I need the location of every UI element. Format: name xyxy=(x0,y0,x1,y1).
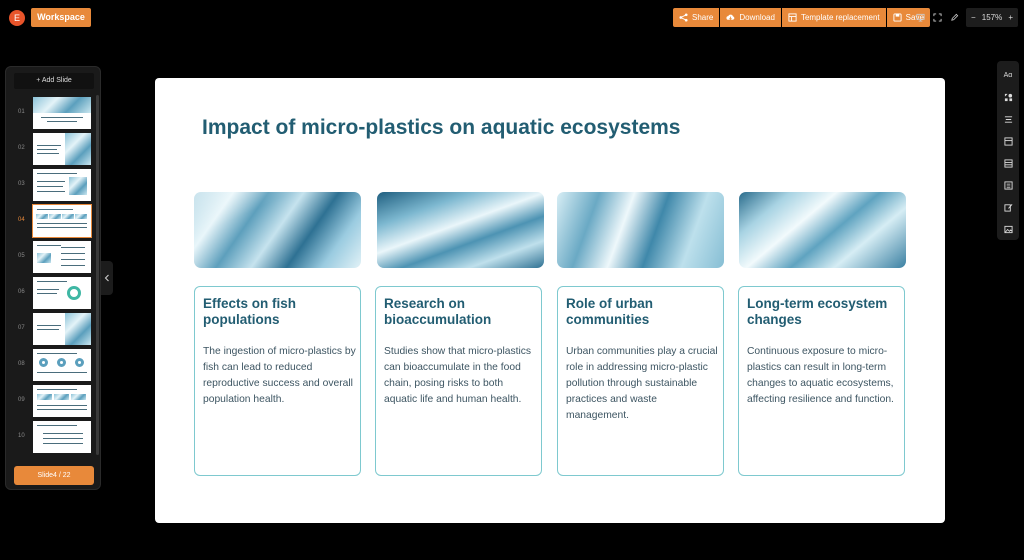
workspace-button[interactable]: Workspace xyxy=(31,8,91,27)
slide-panel: + Add Slide 01 02 03 04 05 06 07 08 09 10 Slide4 … xyxy=(5,66,101,490)
list-icon[interactable] xyxy=(1002,179,1014,191)
slide-number: 06 xyxy=(18,289,25,295)
slide-counter[interactable]: Slide4 / 22 xyxy=(14,466,94,485)
edit-icon[interactable] xyxy=(1002,201,1014,213)
info-card[interactable]: Role of urban communities Urban communit… xyxy=(557,286,724,476)
template-label: Template replacement xyxy=(800,13,880,22)
text-style-icon[interactable]: Aα xyxy=(1002,69,1014,81)
slide-thumbnail-preview xyxy=(33,349,91,381)
zoom-out-button[interactable]: − xyxy=(971,13,976,22)
chevron-left-icon xyxy=(104,274,109,282)
slide-thumbnail[interactable]: 04 xyxy=(6,204,96,238)
card-body: Studies show that micro-plastics can bio… xyxy=(384,346,532,405)
slide-thumbnail-preview xyxy=(32,204,92,238)
card-title: Role of urban communities xyxy=(566,296,653,327)
slide-number: 01 xyxy=(18,109,25,115)
download-button[interactable]: Download xyxy=(720,8,781,27)
slide-thumbnail[interactable]: 06 xyxy=(6,277,96,309)
card-body: Urban communities play a crucial role in… xyxy=(566,346,718,421)
slide-number: 03 xyxy=(18,181,25,187)
card-image-4[interactable] xyxy=(739,192,906,268)
top-bar: E Workspace Share Download Template repl… xyxy=(0,0,1024,34)
slide-thumbnail-preview xyxy=(33,421,91,453)
slide-number: 04 xyxy=(18,217,25,223)
slide-number: 02 xyxy=(18,145,25,151)
card-title: Long-term ecosystem changes xyxy=(747,296,888,327)
slide-thumbnail-preview xyxy=(33,385,91,417)
action-buttons: Share Download Template replacement Save xyxy=(673,8,930,27)
zoom-level: 157% xyxy=(981,13,1003,22)
slide-thumbnail[interactable]: 01 xyxy=(6,97,96,129)
slide-thumbnail[interactable]: 10 xyxy=(6,421,96,453)
cloud-download-icon xyxy=(726,14,735,21)
card-body: Continuous exposure to micro-plastics ca… xyxy=(747,346,894,405)
share-button[interactable]: Share xyxy=(673,8,720,27)
share-icon xyxy=(679,13,688,22)
user-avatar[interactable]: E xyxy=(9,10,25,26)
slide-thumbnail[interactable]: 03 xyxy=(6,169,96,201)
card-title: Research on bioaccumulation xyxy=(384,296,492,327)
slide-thumbnail-preview xyxy=(33,313,91,345)
annotate-button[interactable] xyxy=(948,9,960,25)
slide-number: 07 xyxy=(18,325,25,331)
slide-thumbnail-preview xyxy=(33,241,91,273)
present-button[interactable] xyxy=(914,9,926,25)
slide-thumbnail[interactable]: 09 xyxy=(6,385,96,417)
card-image-2[interactable] xyxy=(377,192,544,268)
slide-thumbnail-preview xyxy=(33,277,91,309)
add-slide-button[interactable]: + Add Slide xyxy=(14,73,94,89)
info-card[interactable]: Long-term ecosystem changes Continuous e… xyxy=(738,286,905,476)
zoom-control: − 157% + xyxy=(966,8,1018,27)
card-title: Effects on fish populations xyxy=(203,296,297,327)
info-card[interactable]: Research on bioaccumulation Studies show… xyxy=(375,286,542,476)
layout-icon[interactable] xyxy=(1002,135,1014,147)
slide-number: 09 xyxy=(18,397,25,403)
right-toolbar: Aα xyxy=(997,61,1019,240)
slide-thumbnail[interactable]: 07 xyxy=(6,313,96,345)
slide-thumbnail-preview xyxy=(33,97,91,129)
slide-thumbnail-preview xyxy=(33,133,91,165)
slide-panel-scrollbar[interactable] xyxy=(96,95,99,455)
app-root: E Workspace Share Download Template repl… xyxy=(0,0,1024,560)
slide-thumbnail[interactable]: 02 xyxy=(6,133,96,165)
download-label: Download xyxy=(739,13,775,22)
image-icon[interactable] xyxy=(1002,223,1014,235)
template-icon xyxy=(788,13,797,22)
slide-canvas[interactable]: Impact of micro-plastics on aquatic ecos… xyxy=(155,78,945,523)
card-image-1[interactable] xyxy=(194,192,361,268)
slide-thumbnail-preview xyxy=(33,169,91,201)
template-replacement-button[interactable]: Template replacement xyxy=(781,8,886,27)
table-icon[interactable] xyxy=(1002,157,1014,169)
view-tools xyxy=(914,9,960,25)
zoom-in-button[interactable]: + xyxy=(1008,13,1013,22)
slide-thumbnail[interactable]: 08 xyxy=(6,349,96,381)
slide-thumbnail[interactable]: 05 xyxy=(6,241,96,273)
slide-number: 05 xyxy=(18,253,25,259)
share-label: Share xyxy=(692,13,714,22)
pen-icon xyxy=(950,13,958,21)
save-icon xyxy=(893,13,902,22)
align-icon[interactable] xyxy=(1002,113,1014,125)
collapse-panel-button[interactable] xyxy=(101,261,113,295)
info-card[interactable]: Effects on fish populations The ingestio… xyxy=(194,286,361,476)
presentation-icon xyxy=(915,13,925,22)
shapes-icon[interactable] xyxy=(1002,91,1014,103)
fullscreen-icon xyxy=(932,12,942,22)
card-image-3[interactable] xyxy=(557,192,724,268)
slide-title[interactable]: Impact of micro-plastics on aquatic ecos… xyxy=(202,116,681,140)
slide-number: 10 xyxy=(18,433,25,439)
card-body: The ingestion of micro-plastics by fish … xyxy=(203,346,356,405)
fullscreen-button[interactable] xyxy=(931,9,943,25)
slide-number: 08 xyxy=(18,361,25,367)
